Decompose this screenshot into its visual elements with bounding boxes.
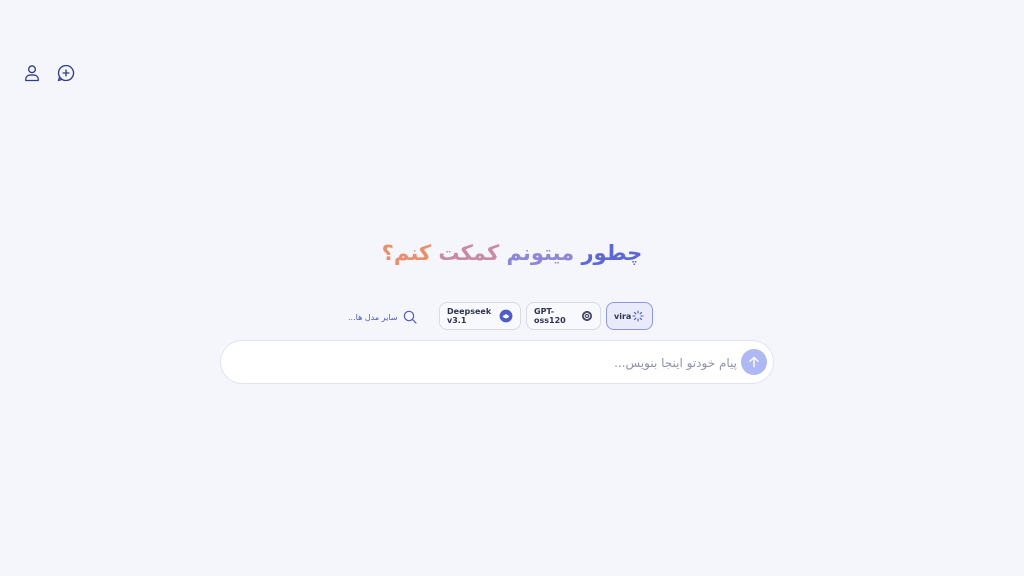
model-chip-vira[interactable]: vira <box>606 302 653 330</box>
other-models-label: سایر مدل ها... <box>348 312 398 322</box>
deepseek-icon <box>499 309 513 323</box>
model-label: vira <box>614 311 632 321</box>
arrow-up-icon <box>749 356 759 368</box>
model-selector: vira GPT-oss120 Deepseek v3.1 سایر مدل ه… <box>0 302 1024 332</box>
title-word-4: کنم؟ <box>381 241 432 265</box>
loader-icon <box>631 309 645 323</box>
user-icon <box>25 65 39 82</box>
chat-home-page: چطور میتونم کمکت کنم؟ vira GPT-oss120 De… <box>0 0 1024 576</box>
openai-icon <box>580 309 593 323</box>
message-composer <box>220 340 774 384</box>
title-word-3: کمکت <box>438 241 500 265</box>
message-input[interactable] <box>241 351 739 375</box>
profile-button[interactable] <box>21 62 43 84</box>
page-title: چطور میتونم کمکت کنم؟ <box>0 238 1024 268</box>
send-button[interactable] <box>741 349 767 375</box>
title-word-1: چطور <box>581 241 643 265</box>
search-icon <box>404 310 418 324</box>
new-chat-button[interactable] <box>55 62 77 84</box>
model-label: Deepseek v3.1 <box>447 307 492 325</box>
model-chip-deepseek[interactable]: Deepseek v3.1 <box>439 302 521 330</box>
title-word-2: میتونم <box>506 241 575 265</box>
model-label: GPT-oss120 <box>534 307 566 325</box>
message-plus-icon <box>57 64 75 82</box>
other-models-button[interactable]: سایر مدل ها... <box>348 309 418 325</box>
model-chip-gpt-oss120[interactable]: GPT-oss120 <box>526 302 601 330</box>
